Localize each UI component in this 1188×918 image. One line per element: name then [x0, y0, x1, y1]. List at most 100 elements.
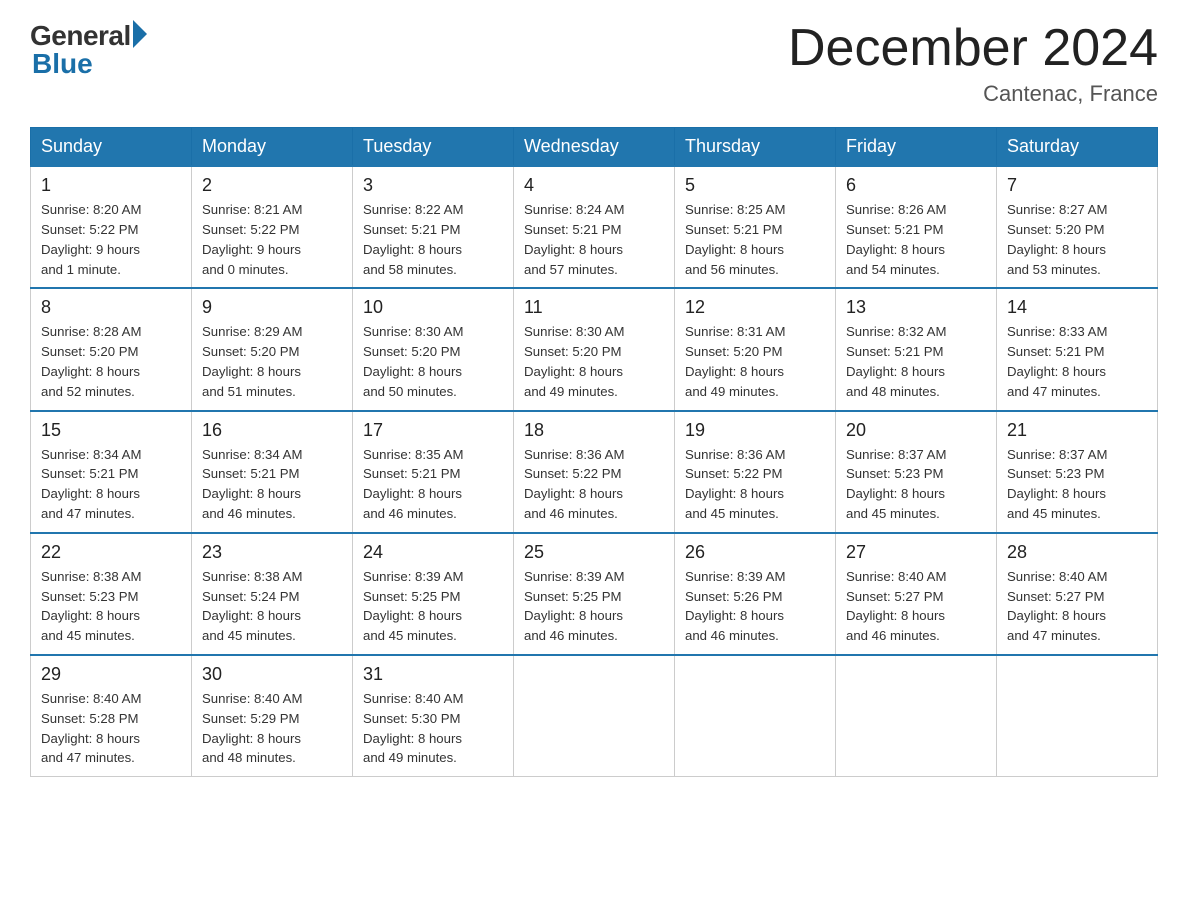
day-info: Sunrise: 8:36 AM Sunset: 5:22 PM Dayligh… [685, 445, 825, 524]
day-number: 3 [363, 175, 503, 196]
logo-arrow-icon [133, 20, 147, 48]
calendar-week-row: 8Sunrise: 8:28 AM Sunset: 5:20 PM Daylig… [31, 288, 1158, 410]
location-text: Cantenac, France [788, 81, 1158, 107]
day-info: Sunrise: 8:40 AM Sunset: 5:27 PM Dayligh… [1007, 567, 1147, 646]
day-number: 26 [685, 542, 825, 563]
calendar-cell: 12Sunrise: 8:31 AM Sunset: 5:20 PM Dayli… [675, 288, 836, 410]
calendar-cell: 18 Sunrise: 8:36 AM Sunset: 5:22 PM Dayli… [514, 411, 675, 533]
calendar-cell: 25Sunrise: 8:39 AM Sunset: 5:25 PM Dayli… [514, 533, 675, 655]
title-section: December 2024 Cantenac, France [788, 20, 1158, 107]
calendar-cell: 13 Sunrise: 8:32 AM Sunset: 5:21 PM Dayli… [836, 288, 997, 410]
calendar-cell [997, 655, 1158, 777]
day-info: Sunrise: 8:39 AM Sunset: 5:26 PM Dayligh… [685, 567, 825, 646]
day-number: 22 [41, 542, 181, 563]
logo: General Blue [30, 20, 147, 80]
day-number: 9 [202, 297, 342, 318]
day-info: Sunrise: 8:30 AM Sunset: 5:20 PM Dayligh… [363, 322, 503, 401]
weekday-header-friday: Friday [836, 128, 997, 167]
calendar-cell: 1 Sunrise: 8:20 AM Sunset: 5:22 PM Daylig… [31, 166, 192, 288]
day-info: Sunrise: 8:26 AM Sunset: 5:21 PM Dayligh… [846, 200, 986, 279]
day-info: Sunrise: 8:39 AM Sunset: 5:25 PM Dayligh… [363, 567, 503, 646]
calendar-week-row: 1 Sunrise: 8:20 AM Sunset: 5:22 PM Daylig… [31, 166, 1158, 288]
calendar-week-row: 29Sunrise: 8:40 AM Sunset: 5:28 PM Dayli… [31, 655, 1158, 777]
weekday-header-saturday: Saturday [997, 128, 1158, 167]
day-info: Sunrise: 8:24 AM Sunset: 5:21 PM Dayligh… [524, 200, 664, 279]
day-number: 6 [846, 175, 986, 196]
calendar-cell [514, 655, 675, 777]
calendar-cell: 29Sunrise: 8:40 AM Sunset: 5:28 PM Dayli… [31, 655, 192, 777]
weekday-header-sunday: Sunday [31, 128, 192, 167]
day-number: 5 [685, 175, 825, 196]
day-info: Sunrise: 8:22 AM Sunset: 5:21 PM Dayligh… [363, 200, 503, 279]
calendar-cell: 11 Sunrise: 8:30 AM Sunset: 5:20 PM Dayli… [514, 288, 675, 410]
day-number: 31 [363, 664, 503, 685]
calendar-cell: 5Sunrise: 8:25 AM Sunset: 5:21 PM Daylig… [675, 166, 836, 288]
day-info: Sunrise: 8:32 AM Sunset: 5:21 PM Dayligh… [846, 322, 986, 401]
day-number: 29 [41, 664, 181, 685]
day-info: Sunrise: 8:40 AM Sunset: 5:30 PM Dayligh… [363, 689, 503, 768]
day-info: Sunrise: 8:37 AM Sunset: 5:23 PM Dayligh… [1007, 445, 1147, 524]
page-header: General Blue December 2024 Cantenac, Fra… [30, 20, 1158, 107]
day-info: Sunrise: 8:35 AM Sunset: 5:21 PM Dayligh… [363, 445, 503, 524]
day-info: Sunrise: 8:33 AM Sunset: 5:21 PM Dayligh… [1007, 322, 1147, 401]
day-number: 2 [202, 175, 342, 196]
day-number: 27 [846, 542, 986, 563]
calendar-cell: 14 Sunrise: 8:33 AM Sunset: 5:21 PM Dayli… [997, 288, 1158, 410]
calendar-cell: 10 Sunrise: 8:30 AM Sunset: 5:20 PM Dayli… [353, 288, 514, 410]
day-info: Sunrise: 8:40 AM Sunset: 5:27 PM Dayligh… [846, 567, 986, 646]
day-info: Sunrise: 8:39 AM Sunset: 5:25 PM Dayligh… [524, 567, 664, 646]
calendar-cell: 28Sunrise: 8:40 AM Sunset: 5:27 PM Dayli… [997, 533, 1158, 655]
calendar-cell: 8Sunrise: 8:28 AM Sunset: 5:20 PM Daylig… [31, 288, 192, 410]
calendar-cell: 27 Sunrise: 8:40 AM Sunset: 5:27 PM Dayli… [836, 533, 997, 655]
calendar-cell: 3 Sunrise: 8:22 AM Sunset: 5:21 PM Daylig… [353, 166, 514, 288]
calendar-table: SundayMondayTuesdayWednesdayThursdayFrid… [30, 127, 1158, 777]
calendar-cell: 20 Sunrise: 8:37 AM Sunset: 5:23 PM Dayli… [836, 411, 997, 533]
calendar-cell: 17 Sunrise: 8:35 AM Sunset: 5:21 PM Dayli… [353, 411, 514, 533]
calendar-cell [675, 655, 836, 777]
day-number: 24 [363, 542, 503, 563]
day-number: 11 [524, 297, 664, 318]
day-info: Sunrise: 8:20 AM Sunset: 5:22 PM Dayligh… [41, 200, 181, 279]
calendar-week-row: 22 Sunrise: 8:38 AM Sunset: 5:23 PM Dayli… [31, 533, 1158, 655]
day-number: 7 [1007, 175, 1147, 196]
day-number: 1 [41, 175, 181, 196]
weekday-header-thursday: Thursday [675, 128, 836, 167]
day-number: 10 [363, 297, 503, 318]
calendar-cell: 2 Sunrise: 8:21 AM Sunset: 5:22 PM Daylig… [192, 166, 353, 288]
day-number: 17 [363, 420, 503, 441]
day-info: Sunrise: 8:40 AM Sunset: 5:29 PM Dayligh… [202, 689, 342, 768]
day-info: Sunrise: 8:38 AM Sunset: 5:24 PM Dayligh… [202, 567, 342, 646]
day-info: Sunrise: 8:30 AM Sunset: 5:20 PM Dayligh… [524, 322, 664, 401]
day-number: 4 [524, 175, 664, 196]
calendar-cell: 26 Sunrise: 8:39 AM Sunset: 5:26 PM Dayli… [675, 533, 836, 655]
calendar-cell: 21 Sunrise: 8:37 AM Sunset: 5:23 PM Dayli… [997, 411, 1158, 533]
day-info: Sunrise: 8:31 AM Sunset: 5:20 PM Dayligh… [685, 322, 825, 401]
calendar-cell: 22 Sunrise: 8:38 AM Sunset: 5:23 PM Dayli… [31, 533, 192, 655]
day-number: 13 [846, 297, 986, 318]
calendar-cell: 31 Sunrise: 8:40 AM Sunset: 5:30 PM Dayli… [353, 655, 514, 777]
calendar-cell: 30 Sunrise: 8:40 AM Sunset: 5:29 PM Dayli… [192, 655, 353, 777]
weekday-header-wednesday: Wednesday [514, 128, 675, 167]
day-number: 20 [846, 420, 986, 441]
calendar-cell: 16Sunrise: 8:34 AM Sunset: 5:21 PM Dayli… [192, 411, 353, 533]
calendar-cell: 9 Sunrise: 8:29 AM Sunset: 5:20 PM Daylig… [192, 288, 353, 410]
weekday-header-row: SundayMondayTuesdayWednesdayThursdayFrid… [31, 128, 1158, 167]
day-info: Sunrise: 8:36 AM Sunset: 5:22 PM Dayligh… [524, 445, 664, 524]
day-number: 19 [685, 420, 825, 441]
day-number: 14 [1007, 297, 1147, 318]
day-info: Sunrise: 8:29 AM Sunset: 5:20 PM Dayligh… [202, 322, 342, 401]
day-info: Sunrise: 8:21 AM Sunset: 5:22 PM Dayligh… [202, 200, 342, 279]
calendar-cell [836, 655, 997, 777]
calendar-cell: 19 Sunrise: 8:36 AM Sunset: 5:22 PM Dayli… [675, 411, 836, 533]
day-number: 21 [1007, 420, 1147, 441]
calendar-cell: 6 Sunrise: 8:26 AM Sunset: 5:21 PM Daylig… [836, 166, 997, 288]
day-number: 18 [524, 420, 664, 441]
day-info: Sunrise: 8:27 AM Sunset: 5:20 PM Dayligh… [1007, 200, 1147, 279]
day-number: 30 [202, 664, 342, 685]
day-info: Sunrise: 8:34 AM Sunset: 5:21 PM Dayligh… [202, 445, 342, 524]
day-info: Sunrise: 8:34 AM Sunset: 5:21 PM Dayligh… [41, 445, 181, 524]
day-info: Sunrise: 8:38 AM Sunset: 5:23 PM Dayligh… [41, 567, 181, 646]
day-info: Sunrise: 8:37 AM Sunset: 5:23 PM Dayligh… [846, 445, 986, 524]
calendar-cell: 23Sunrise: 8:38 AM Sunset: 5:24 PM Dayli… [192, 533, 353, 655]
calendar-week-row: 15Sunrise: 8:34 AM Sunset: 5:21 PM Dayli… [31, 411, 1158, 533]
